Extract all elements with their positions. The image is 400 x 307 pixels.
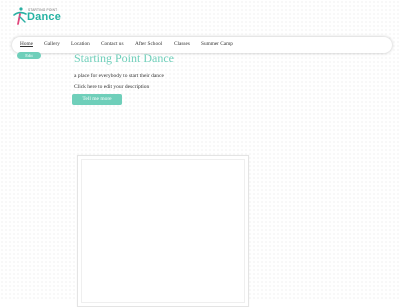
nav-item-contact-us[interactable]: Contact us <box>101 41 124 47</box>
nav-item-after-school[interactable]: After School <box>135 41 162 47</box>
nav-item-location[interactable]: Location <box>71 41 90 47</box>
nav-item-classes[interactable]: Classes <box>174 41 190 47</box>
hero-description[interactable]: Click here to edit your description <box>74 84 149 90</box>
nav-item-summer-camp[interactable]: Summer Camp <box>201 41 233 47</box>
logo-wordmark: Dance <box>27 11 62 23</box>
main-navigation: Home Gallery Location Contact us After S… <box>12 37 392 53</box>
tell-me-more-button[interactable]: Tell me more <box>72 94 122 105</box>
hero-tagline: a place for everybody to start their dan… <box>74 73 164 79</box>
page-title: Starting Point Dance <box>74 51 174 65</box>
content-frame <box>77 155 249 307</box>
edit-button[interactable]: Edit <box>17 52 41 59</box>
nav-item-gallery[interactable]: Gallery <box>44 41 60 47</box>
content-frame-inner <box>81 159 245 303</box>
nav-item-home[interactable]: Home <box>20 41 33 47</box>
